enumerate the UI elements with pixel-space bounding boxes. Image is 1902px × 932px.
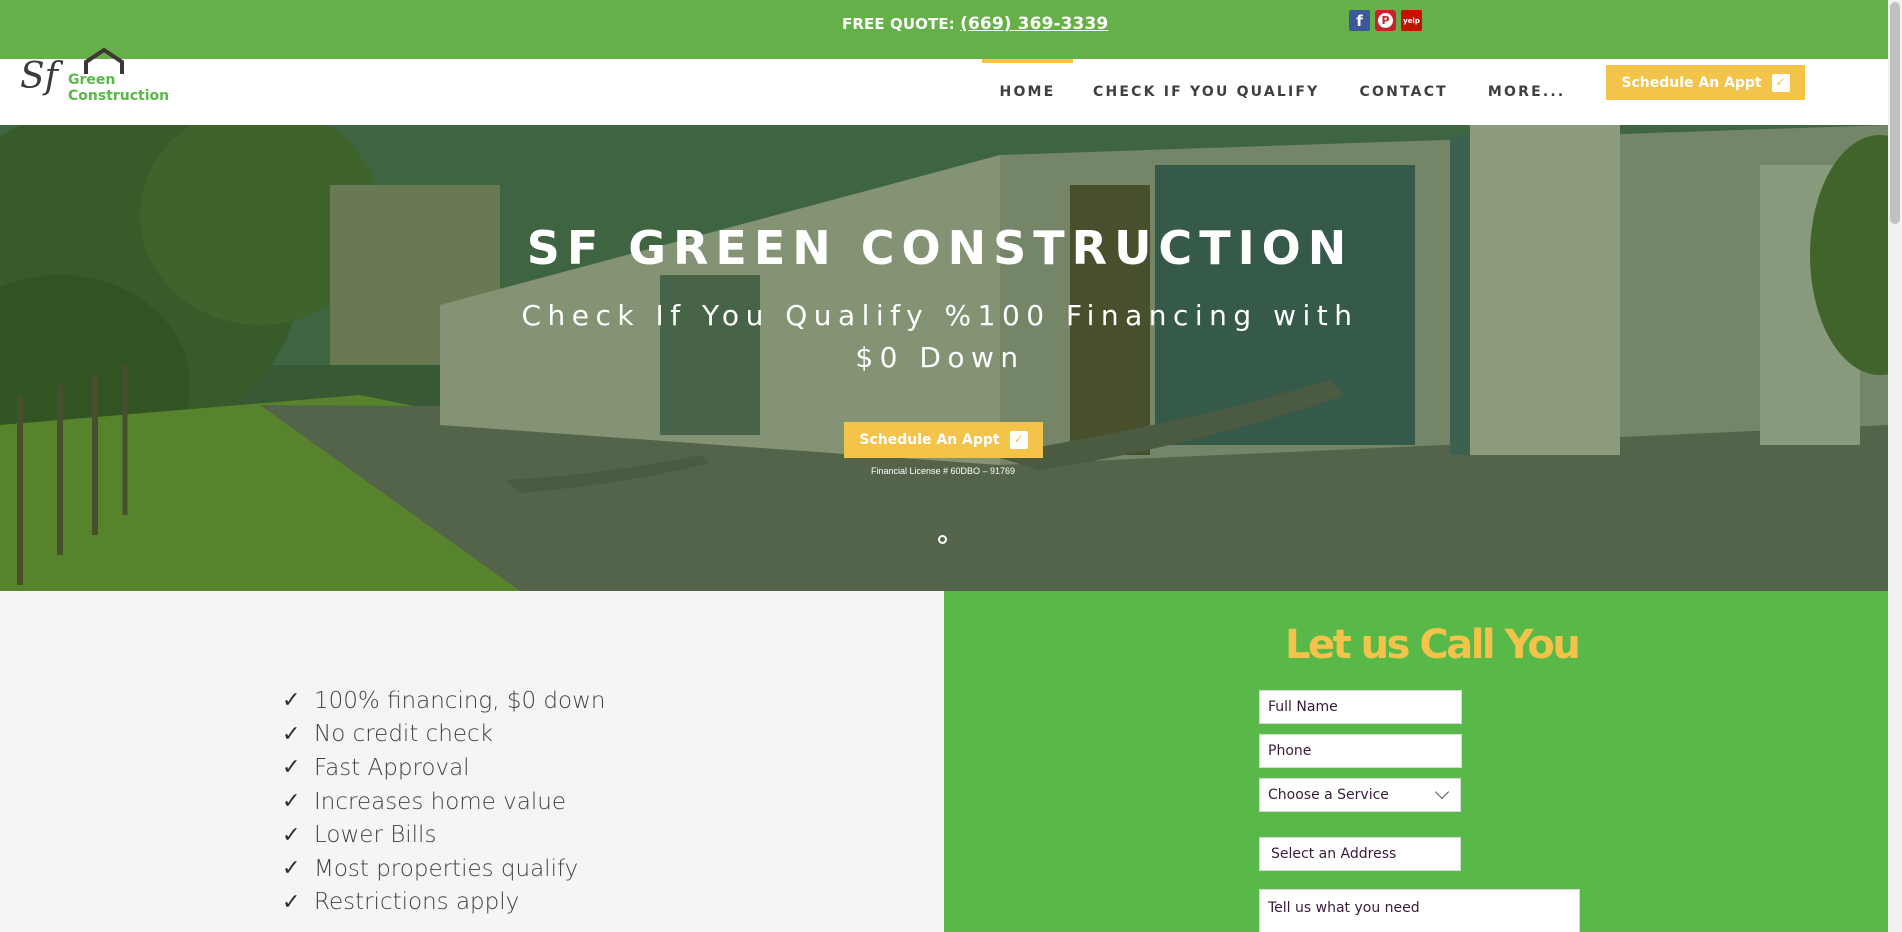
hero-slideshow: SF GREEN CONSTRUCTION Check If You Quali… — [0, 125, 1888, 591]
benefit-text: No credit check — [314, 721, 493, 748]
hero-schedule-appt-label: Schedule An Appt — [859, 432, 1000, 448]
nav-item-check-if-you-qualify[interactable]: CHECK IF YOU QUALIFY — [1073, 59, 1340, 125]
list-item: ✓ Restrictions apply — [282, 886, 605, 920]
nav-item-home[interactable]: HOME — [982, 59, 1073, 125]
logo-text: Green Construction — [68, 72, 169, 104]
service-select[interactable]: Choose a Service — [1259, 778, 1461, 812]
form-title: Let us Call You — [1285, 622, 1581, 668]
list-item: ✓ 100% financing, $0 down — [282, 684, 605, 718]
checkmark-icon: ✓ — [282, 789, 301, 815]
list-item: ✓ No credit check — [282, 718, 605, 752]
yelp-icon[interactable]: yelp — [1401, 10, 1422, 31]
benefit-text: Lower Bills — [314, 822, 437, 849]
full-name-field[interactable]: Full Name — [1259, 690, 1462, 724]
checkmark-icon: ✓ — [282, 721, 301, 747]
benefit-text: Fast Approval — [314, 754, 470, 781]
scrollbar-thumb[interactable] — [1890, 2, 1900, 224]
hero-title: SF GREEN CONSTRUCTION — [526, 221, 1354, 275]
financial-license: Financial License # 60DBO – 91769 — [870, 466, 1016, 476]
benefit-text: Increases home value — [314, 788, 566, 815]
chevron-down-icon — [1434, 784, 1450, 800]
logo-mark: Sf — [20, 56, 58, 97]
address-field[interactable]: Select an Address — [1259, 837, 1461, 871]
yelp-icon-text: yelp — [1403, 16, 1420, 25]
logo-text-line1: Green — [68, 72, 116, 88]
phone-field[interactable]: Phone — [1259, 734, 1462, 768]
free-quote: FREE QUOTE: (669) 369-3339 — [842, 14, 1108, 34]
benefit-text: 100% financing, $0 down — [314, 687, 606, 714]
nav-item-contact[interactable]: CONTACT — [1340, 59, 1468, 125]
checkmark-icon: ✓ — [282, 755, 301, 781]
checkmark-icon: ✓ — [282, 889, 301, 915]
benefit-text: Restrictions apply — [314, 889, 520, 916]
hero-schedule-appt-button[interactable]: Schedule An Appt — [844, 422, 1043, 458]
phone-link[interactable]: (669) 369-3339 — [960, 14, 1108, 34]
social-links: f P yelp — [1349, 10, 1422, 31]
facebook-icon[interactable]: f — [1349, 10, 1370, 31]
list-item: ✓ Lower Bills — [282, 818, 605, 852]
page: FREE QUOTE: (669) 369-3339 f P yelp Sf G… — [0, 0, 1902, 932]
checkmark-icon: ✓ — [282, 856, 301, 882]
page-scrollbar[interactable] — [1888, 0, 1902, 932]
site-logo[interactable]: Sf Green Construction — [18, 48, 169, 108]
main-nav: HOME CHECK IF YOU QUALIFY CONTACT MORE..… — [982, 59, 1585, 125]
logo-text-line2: Construction — [68, 88, 170, 104]
header-nav-bar — [0, 59, 1888, 125]
list-item: ✓ Fast Approval — [282, 751, 605, 785]
free-quote-label: FREE QUOTE: — [842, 15, 961, 33]
slideshow-dot[interactable] — [938, 535, 947, 544]
pinterest-icon[interactable]: P — [1375, 10, 1396, 31]
checkmark-icon: ✓ — [282, 822, 301, 848]
calendar-check-icon — [1009, 431, 1028, 449]
schedule-appt-button[interactable]: Schedule An Appt — [1606, 65, 1805, 100]
list-item: ✓ Most properties qualify — [282, 852, 605, 886]
list-item: ✓ Increases home value — [282, 785, 605, 819]
benefits-list: ✓ 100% financing, $0 down ✓ No credit chec… — [282, 684, 605, 919]
checkmark-icon: ✓ — [282, 688, 301, 714]
service-select-label: Choose a Service — [1268, 787, 1389, 803]
needs-textarea[interactable]: Tell us what you need — [1259, 889, 1580, 932]
nav-item-more[interactable]: MORE... — [1468, 59, 1586, 125]
hero-subtitle: Check If You Qualify %100 Financing with… — [521, 299, 1359, 374]
calendar-check-icon — [1771, 73, 1790, 92]
schedule-appt-button-label: Schedule An Appt — [1621, 74, 1762, 91]
benefit-text: Most properties qualify — [314, 855, 579, 882]
